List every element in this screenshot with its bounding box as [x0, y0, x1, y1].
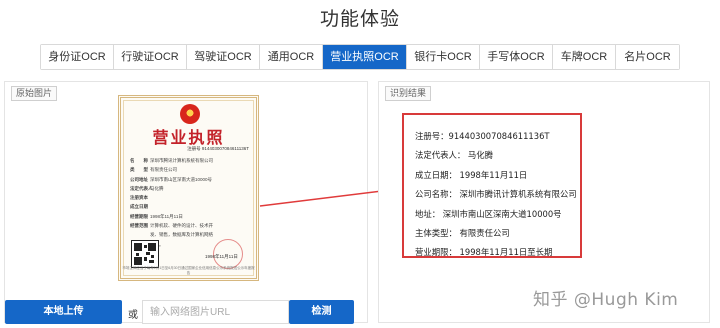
- certificate-reg-number: 注册号 914403007084611136T: [187, 146, 249, 151]
- image-url-input[interactable]: [142, 300, 289, 324]
- certificate-row: 经营期限 1998年11月11日: [130, 213, 183, 219]
- certificate-row: 注册资本: [130, 195, 148, 201]
- result-address: 地址： 深圳市南山区深南大道10000号: [415, 208, 562, 219]
- result-registration-number: 注册号：914403007084611136T: [415, 131, 550, 141]
- tab-bank-card-ocr[interactable]: 银行卡OCR: [407, 45, 480, 69]
- tab-id-card-ocr[interactable]: 身份证OCR: [41, 45, 114, 69]
- certificate-row: 法定代表人 马化腾: [130, 185, 164, 191]
- page-title: 功能体验: [319, 8, 400, 30]
- original-image-tag: 原始图片: [11, 86, 58, 101]
- certificate-title: 营业执照: [152, 128, 225, 147]
- tab-general-ocr[interactable]: 通用OCR: [260, 45, 323, 69]
- result-established-date: 成立日期： 1998年11月11日: [415, 169, 528, 180]
- local-upload-button[interactable]: 本地上传: [5, 300, 122, 324]
- certificate-footer: 市场主体应当于每年1月1日至6月30日通过国家企业信用信息公示系统报送公示年度报…: [122, 266, 255, 275]
- watermark: 知乎 @Hugh Kim: [533, 290, 679, 310]
- ocr-type-tabs: 身份证OCR 行驶证OCR 驾驶证OCR 通用OCR 营业执照OCR 银行卡OC…: [40, 44, 680, 70]
- tab-license-plate-ocr[interactable]: 车牌OCR: [553, 45, 616, 69]
- tab-vehicle-license-ocr[interactable]: 行驶证OCR: [114, 45, 187, 69]
- tab-driver-license-ocr[interactable]: 驾驶证OCR: [187, 45, 260, 69]
- result-legal-representative: 法定代表人： 马化腾: [415, 150, 494, 161]
- result-business-term: 营业期限： 1998年11月11日至长期: [415, 247, 553, 258]
- certificate-row: 经营范围 计算机软、硬件的设计、技术开: [130, 223, 213, 229]
- or-label: 或: [128, 310, 138, 321]
- result-company-name: 公司名称： 深圳市腾讯计算机系统有限公司: [415, 189, 577, 200]
- national-emblem-icon: [180, 104, 200, 124]
- result-list: 注册号：914403007084611136T 法定代表人： 马化腾 成立日期：…: [415, 127, 577, 263]
- recognition-result-box: 注册号：914403007084611136T 法定代表人： 马化腾 成立日期：…: [402, 113, 582, 258]
- business-license-image: 营业执照 注册号 914403007084611136T 名 称深圳市腾讯计算机…: [118, 95, 259, 281]
- certificate-row: 成立日期: [130, 204, 148, 210]
- tab-business-license-ocr[interactable]: 营业执照OCR: [323, 45, 407, 69]
- certificate-row: 发、销售，数据库及计算机网络: [150, 232, 213, 238]
- certificate-row: 类 型有限责任公司: [130, 167, 177, 173]
- tab-handwriting-ocr[interactable]: 手写体OCR: [480, 45, 553, 69]
- result-entity-type: 主体类型： 有限责任公司: [415, 228, 510, 239]
- certificate-row: 公司地址 深圳市南山区深南大道10000号: [130, 176, 213, 182]
- result-tag: 识别结果: [385, 86, 432, 101]
- qr-code-icon: [131, 240, 159, 268]
- detect-button[interactable]: 检测: [289, 300, 354, 324]
- certificate-issue-date: 1998年11月11日: [205, 254, 238, 259]
- certificate-fields: 名 称深圳市腾讯计算机系统有限公司 类 型有限责任公司 公司地址 深圳市南山区深南…: [130, 156, 250, 249]
- tab-business-card-ocr[interactable]: 名片OCR: [616, 45, 679, 69]
- certificate-row: 名 称深圳市腾讯计算机系统有限公司: [130, 158, 213, 163]
